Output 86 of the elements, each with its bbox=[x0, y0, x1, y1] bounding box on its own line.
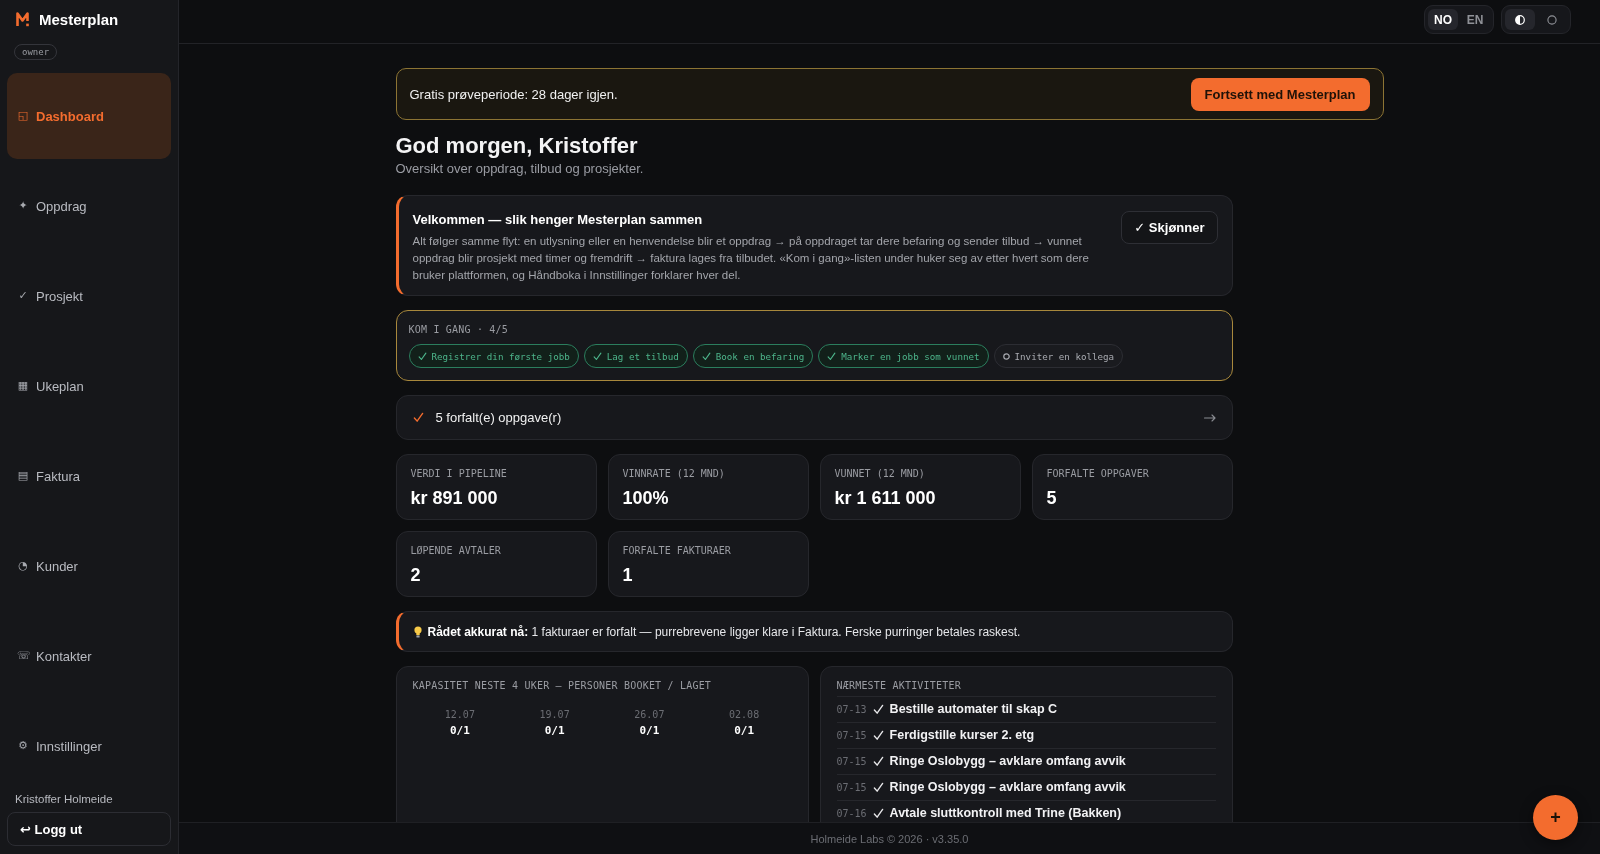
language-button[interactable]: EN bbox=[1460, 9, 1490, 30]
continue-button[interactable]: Fortsett med Mesterplan bbox=[1190, 77, 1370, 111]
capacity-value: 0/1 bbox=[449, 723, 470, 739]
capacity-value: 0/1 bbox=[544, 723, 565, 739]
panel-title: KAPASITET NESTE 4 UKER — PERSONER BOOKET / LAGET bbox=[412, 679, 713, 693]
page-subtitle: Oversikt over oppdrag, tilbud og prosjekter. bbox=[395, 161, 644, 177]
stat-value: 2 bbox=[410, 564, 421, 586]
trial-text: Gratis prøveperiode: 28 dager igjen. bbox=[409, 86, 618, 102]
arrow-right-icon bbox=[1203, 413, 1216, 422]
capacity-value: 0/1 bbox=[734, 723, 755, 739]
stat-label: FORFALTE OPPGAVER bbox=[1046, 467, 1149, 481]
brand-name: Mesterplan bbox=[39, 10, 119, 28]
check-icon bbox=[592, 351, 602, 361]
week-date: 26.07 bbox=[634, 709, 665, 721]
circle-icon bbox=[1547, 14, 1557, 25]
check-icon bbox=[872, 756, 884, 767]
sparkle-icon: ✦ bbox=[17, 199, 29, 213]
check-icon bbox=[417, 351, 427, 361]
stat-label: VERDI I PIPELINE bbox=[410, 467, 507, 481]
check-icon bbox=[412, 412, 424, 423]
logo-icon bbox=[16, 11, 31, 27]
week-date: 02.08 bbox=[729, 709, 760, 721]
overdue-tasks-button[interactable]: 5 forfalt(e) oppgave(r) bbox=[395, 395, 1233, 440]
ring-icon bbox=[1002, 352, 1010, 360]
stat-value: 100% bbox=[622, 487, 669, 509]
welcome-title: Velkommen — slik henger Mesterplan sammen bbox=[412, 211, 704, 229]
activity-date: 07-15 bbox=[836, 730, 867, 741]
week-date: 12.07 bbox=[444, 709, 475, 721]
nav-item[interactable]: ✓ Prosjekt bbox=[7, 253, 171, 339]
language-button[interactable]: NO bbox=[1428, 9, 1458, 30]
stat-value: kr 891 000 bbox=[410, 487, 498, 509]
nav-item[interactable]: ☏ Kontakter bbox=[7, 613, 171, 699]
gear-icon: ⚙ bbox=[17, 739, 29, 753]
dismiss-button[interactable]: ✓ Skjønner bbox=[1121, 211, 1218, 244]
activity-title: Avtale sluttkontroll med Trine (Bakken) bbox=[889, 806, 1122, 821]
theme-button[interactable] bbox=[1505, 9, 1535, 30]
lightbulb-icon bbox=[413, 625, 422, 638]
check-icon bbox=[872, 782, 884, 793]
nav-item[interactable]: ▦ Ukeplan bbox=[7, 343, 171, 429]
checklist-step[interactable]: Inviter en kollega bbox=[993, 344, 1124, 368]
activity-date: 07-16 bbox=[836, 808, 867, 819]
check-icon bbox=[827, 351, 837, 361]
advice-text: Rådet akkurat nå: 1 fakturaer er forfalt — purrebrevene ligger klare i Faktura. Ferske purringer betales raskest. bbox=[427, 624, 1021, 639]
page-title: God morgen, Kristoffer bbox=[395, 132, 638, 160]
check-icon: ✓ bbox=[17, 289, 29, 303]
logout-button[interactable]: ↩ Logg ut bbox=[7, 812, 171, 846]
getting-started-title: KOM I GANG · 4/5 bbox=[408, 323, 510, 337]
nav-item[interactable]: ✦ Oppdrag bbox=[7, 163, 171, 249]
welcome-text: Alt følger samme flyt: en utlysning eller en henvendelse blir et oppdrag → på oppdraget tar dere befaring og sender tilbud → vunnet oppdrag blir prosjekt med timer og fremdrift → faktura lages fra tilbudet. «Kom i gang»-listen under huker seg av etter hvert som dere bruker plattformen, og Håndboka i Innstillinger forklarer hver del. bbox=[412, 234, 1090, 283]
footer-text: Holmeide Labs © 2026 · v3.35.0 bbox=[810, 832, 969, 845]
panel-icon: ◱ bbox=[17, 109, 29, 123]
grid-icon: ▦ bbox=[17, 379, 29, 393]
capacity-value: 0/1 bbox=[639, 723, 660, 739]
checklist-step[interactable]: Lag et tilbud bbox=[583, 344, 688, 368]
nav-item[interactable]: ▤ Faktura bbox=[7, 433, 171, 519]
check-icon bbox=[872, 704, 884, 715]
check-icon bbox=[701, 351, 711, 361]
checklist-step[interactable]: Book en befaring bbox=[692, 344, 814, 368]
stat-value: kr 1 611 000 bbox=[834, 487, 936, 509]
nav-item[interactable]: ◱ Dashboard bbox=[7, 73, 171, 159]
stat-label: VINNRATE (12 MND) bbox=[622, 467, 725, 481]
activity-title: Bestille automater til skap C bbox=[889, 702, 1058, 717]
nav-item[interactable]: ⚙ Innstillinger bbox=[7, 703, 171, 789]
stat-label: LØPENDE AVTALER bbox=[410, 544, 501, 558]
list-icon: ▤ bbox=[17, 469, 29, 483]
activity-date: 07-15 bbox=[836, 782, 867, 793]
activity-date: 07-15 bbox=[836, 756, 867, 767]
stat-value: 5 bbox=[1046, 487, 1057, 509]
user-name: Kristoffer Holmeide bbox=[14, 792, 114, 806]
checklist-step[interactable]: Registrer din første jobb bbox=[408, 344, 579, 368]
checklist-step[interactable]: Marker en jobb som vunnet bbox=[818, 344, 989, 368]
contrast-icon bbox=[1515, 14, 1525, 25]
check-icon bbox=[872, 730, 884, 741]
activity-date: 07-13 bbox=[836, 704, 867, 715]
nav-item[interactable]: ◔ Kunder bbox=[7, 523, 171, 609]
stat-label: VUNNET (12 MND) bbox=[834, 467, 925, 481]
pie-icon: ◔ bbox=[17, 559, 29, 573]
panel-title: NÆRMESTE AKTIVITETER bbox=[836, 679, 962, 693]
activity-title: Ferdigstille kurser 2. etg bbox=[889, 728, 1035, 743]
telephone-icon: ☏ bbox=[17, 649, 29, 663]
activity-title: Ringe Oslobygg – avklare omfang avvik bbox=[889, 754, 1126, 769]
week-date: 19.07 bbox=[539, 709, 570, 721]
activity-title: Ringe Oslobygg – avklare omfang avvik bbox=[889, 780, 1126, 795]
stat-label: FORFALTE FAKTURAER bbox=[622, 544, 731, 558]
check-icon bbox=[872, 808, 884, 819]
stat-value: 1 bbox=[622, 564, 633, 586]
